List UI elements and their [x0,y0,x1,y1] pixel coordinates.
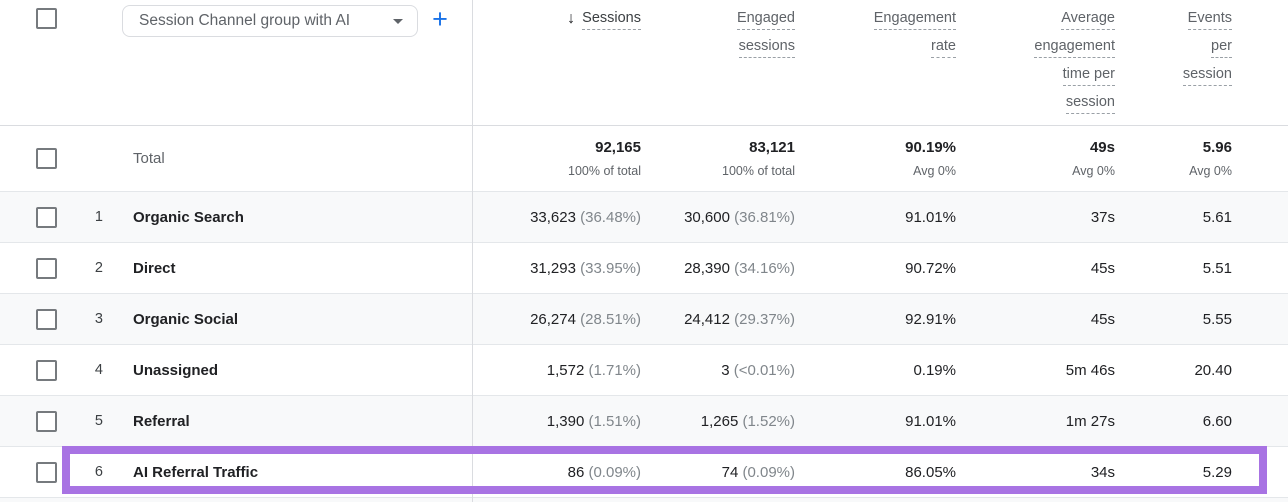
channel-name: Unassigned [133,362,472,379]
events-per-session-cell: 5.55 [1115,311,1232,328]
plus-icon: + [432,4,448,34]
sessions-cell: 31,293 (33.95%) [472,260,641,277]
events-per-session-cell: 5.61 [1115,209,1232,226]
engagement-rate-cell: 92.91% [795,311,956,328]
events-per-session-cell: 5.51 [1115,260,1232,277]
row-checkbox[interactable] [36,411,57,432]
table-row[interactable]: 5 Referral 1,390 (1.51%) 1,265 (1.52%) 9… [0,395,1288,446]
engagement-rate-cell: 86.05% [795,464,956,481]
row-number: 5 [58,413,103,429]
engagement-rate-cell: 0.19% [795,362,956,379]
events-per-session-cell: 5.29 [1115,464,1232,481]
column-header-events-per-session[interactable]: Eventspersession [1115,10,1232,122]
avg-engagement-time-cell: 45s [956,311,1115,328]
events-per-session-cell: 6.60 [1115,413,1232,430]
chevron-down-icon [393,19,403,24]
total-label: Total [133,150,472,167]
total-row: Total 92,165 100% of total 83,121 100% o… [0,125,1288,191]
column-header-engaged-sessions[interactable]: Engagedsessions [641,10,795,122]
next-row-sliver [0,497,1288,502]
sort-descending-icon: ↓ [567,10,575,27]
row-number: 2 [58,260,103,276]
avg-engagement-time-cell: 45s [956,260,1115,277]
total-events-per-session: 5.96 Avg 0% [1115,139,1232,178]
table-row[interactable]: 4 Unassigned 1,572 (1.71%) 3 (<0.01%) 0.… [0,344,1288,395]
total-avg-engagement-time: 49s Avg 0% [956,139,1115,178]
row-checkbox[interactable] [36,462,57,483]
dimension-dropdown[interactable]: Session Channel group with AI [122,5,418,37]
engagement-rate-cell: 91.01% [795,413,956,430]
table-row[interactable]: 3 Organic Social 26,274 (28.51%) 24,412 … [0,293,1288,344]
channel-name: Referral [133,413,472,430]
row-number: 1 [58,209,103,225]
channel-name: Organic Search [133,209,472,226]
row-checkbox[interactable] [36,258,57,279]
metric-headers: ↓ Sessions Engagedsessions Engagementrat… [472,10,1232,122]
engaged-sessions-cell: 24,412 (29.37%) [641,311,795,328]
channel-name: AI Referral Traffic [133,464,472,481]
total-row-checkbox[interactable] [36,148,57,169]
avg-engagement-time-cell: 37s [956,209,1115,226]
engagement-rate-cell: 91.01% [795,209,956,226]
row-checkbox[interactable] [36,207,57,228]
dimension-dropdown-label: Session Channel group with AI [139,12,350,30]
avg-engagement-time-cell: 5m 46s [956,362,1115,379]
total-engagement-rate: 90.19% Avg 0% [795,139,956,178]
column-divider [472,0,473,502]
engaged-sessions-cell: 1,265 (1.52%) [641,413,795,430]
engaged-sessions-cell: 30,600 (36.81%) [641,209,795,226]
add-dimension-button[interactable]: + [427,4,453,36]
channel-name: Direct [133,260,472,277]
engaged-sessions-cell: 74 (0.09%) [641,464,795,481]
engagement-rate-cell: 90.72% [795,260,956,277]
avg-engagement-time-cell: 34s [956,464,1115,481]
sessions-cell: 1,390 (1.51%) [472,413,641,430]
table-rows: 1 Organic Search 33,623 (36.48%) 30,600 … [0,191,1288,497]
sessions-cell: 86 (0.09%) [472,464,641,481]
row-number: 4 [58,362,103,378]
table-row[interactable]: 1 Organic Search 33,623 (36.48%) 30,600 … [0,191,1288,242]
column-header-avg-engagement-time[interactable]: Averageengagementtime persession [956,10,1115,122]
analytics-channel-table: Session Channel group with AI + ↓ Sessio… [0,0,1288,502]
select-all-checkbox[interactable] [36,8,57,29]
total-sessions: 92,165 100% of total [472,139,641,178]
column-header-sessions[interactable]: ↓ Sessions [472,10,641,122]
column-header-engagement-rate[interactable]: Engagementrate [795,10,956,122]
table-row[interactable]: 6 AI Referral Traffic 86 (0.09%) 74 (0.0… [0,446,1288,497]
sessions-cell: 26,274 (28.51%) [472,311,641,328]
total-engaged-sessions: 83,121 100% of total [641,139,795,178]
row-checkbox[interactable] [36,360,57,381]
engaged-sessions-cell: 3 (<0.01%) [641,362,795,379]
row-checkbox[interactable] [36,309,57,330]
events-per-session-cell: 20.40 [1115,362,1232,379]
row-number: 6 [58,464,103,480]
table-row[interactable]: 2 Direct 31,293 (33.95%) 28,390 (34.16%)… [0,242,1288,293]
channel-name: Organic Social [133,311,472,328]
row-number: 3 [58,311,103,327]
engaged-sessions-cell: 28,390 (34.16%) [641,260,795,277]
avg-engagement-time-cell: 1m 27s [956,413,1115,430]
sessions-cell: 33,623 (36.48%) [472,209,641,226]
table-header: Session Channel group with AI + ↓ Sessio… [0,0,1288,125]
sessions-cell: 1,572 (1.71%) [472,362,641,379]
